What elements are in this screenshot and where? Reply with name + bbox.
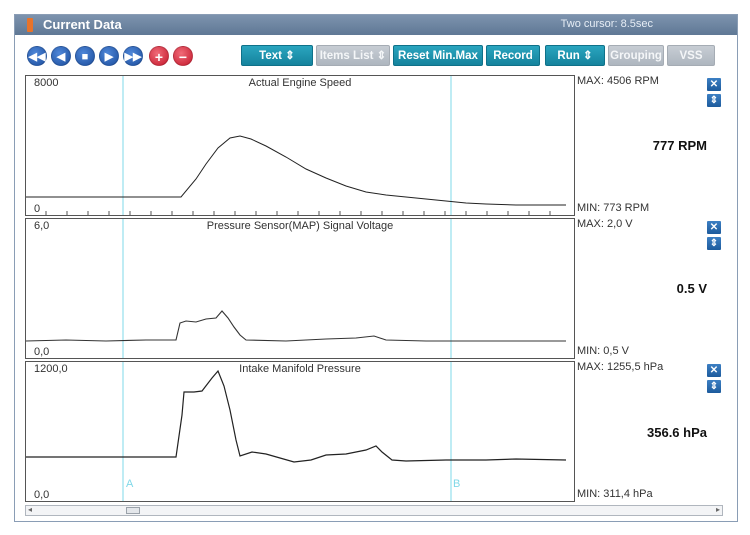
items-list-label: Items List xyxy=(319,50,374,62)
close-graph-icon[interactable]: ✕ xyxy=(707,78,721,91)
map-voltage-graph: 6,0 0,0 Pressure Sensor(MAP) Signal Volt… xyxy=(25,218,575,359)
cursor-b-label: B xyxy=(453,478,461,490)
manifold-pressure-min: MIN: 311,4 hPa xyxy=(577,488,653,500)
text-dropdown[interactable]: Text ⇕ xyxy=(241,45,313,66)
resize-graph-icon[interactable]: ⇕ xyxy=(707,380,721,393)
engine-speed-plot xyxy=(26,76,566,215)
map-voltage-min: MIN: 0,5 V xyxy=(577,345,629,357)
vss-button[interactable]: VSS xyxy=(667,45,715,66)
y-min-label: 0,0 xyxy=(34,346,50,358)
resize-graph-icon[interactable]: ⇕ xyxy=(707,237,721,250)
engine-speed-trace xyxy=(26,135,566,206)
horizontal-scrollbar[interactable]: ◂ ▸ xyxy=(25,505,723,516)
remove-item-button[interactable]: − xyxy=(173,46,193,66)
spin-icon: ⇕ xyxy=(582,50,593,62)
items-list-dropdown[interactable]: Items List ⇕ xyxy=(316,45,390,66)
map-voltage-trace xyxy=(26,310,566,342)
engine-speed-max: MAX: 4506 RPM xyxy=(577,75,659,87)
title-bar: Current Data Two cursor: 8.5sec xyxy=(15,15,737,35)
engine-speed-graph: 8000 0 Actual Engine Speed xyxy=(25,75,575,216)
map-voltage-current: 0.5 V xyxy=(676,281,707,296)
run-label: Run xyxy=(557,50,580,62)
engine-speed-current: 777 RPM xyxy=(652,138,707,153)
spin-icon: ⇕ xyxy=(376,50,387,62)
current-data-window: Current Data Two cursor: 8.5sec ◀◀ ◀ ■ ▶… xyxy=(14,14,738,522)
map-voltage-max: MAX: 2,0 V xyxy=(577,218,633,230)
reset-min-max-button[interactable]: Reset Min.Max xyxy=(393,45,483,66)
stop-button[interactable]: ■ xyxy=(75,46,95,66)
play-button[interactable]: ▶ xyxy=(99,46,119,66)
add-item-button[interactable]: + xyxy=(149,46,169,66)
y-min-label: 0 xyxy=(34,203,41,215)
spin-icon: ⇕ xyxy=(285,50,295,62)
run-dropdown[interactable]: Run ⇕ xyxy=(545,45,605,66)
engine-speed-min: MIN: 773 RPM xyxy=(577,202,650,214)
fast-forward-button[interactable]: ▶▶ xyxy=(123,46,143,66)
graph-title: Intake Manifold Pressure xyxy=(239,363,361,375)
window-title: Current Data xyxy=(43,17,122,32)
x-axis-ticks xyxy=(45,211,551,215)
graph-title: Actual Engine Speed xyxy=(248,77,352,89)
scroll-thumb[interactable] xyxy=(126,507,140,514)
rewind-button[interactable]: ◀◀ xyxy=(27,46,47,66)
cursor-a-label: A xyxy=(126,478,134,490)
toolbar: ◀◀ ◀ ■ ▶ ▶▶ + − Text ⇕ Items List ⇕ Rese… xyxy=(15,35,737,71)
manifold-pressure-plot xyxy=(26,362,567,501)
close-graph-icon[interactable]: ✕ xyxy=(707,364,721,377)
app-icon xyxy=(27,18,33,32)
text-dropdown-label: Text xyxy=(259,50,282,62)
graph-title: Pressure Sensor(MAP) Signal Voltage xyxy=(206,220,394,232)
grouping-button[interactable]: Grouping xyxy=(608,45,664,66)
y-min-label: 0,0 xyxy=(34,489,50,501)
step-back-button[interactable]: ◀ xyxy=(51,46,71,66)
manifold-pressure-current: 356.6 hPa xyxy=(647,425,707,440)
manifold-pressure-max: MAX: 1255,5 hPa xyxy=(577,361,664,373)
scroll-right-icon[interactable]: ▸ xyxy=(716,505,720,514)
map-voltage-plot xyxy=(26,219,566,358)
manifold-pressure-graph: 1200,0 0,0 Intake Manifold Pressure A B xyxy=(25,361,575,502)
close-graph-icon[interactable]: ✕ xyxy=(707,221,721,234)
manifold-pressure-trace xyxy=(26,369,567,463)
cursor-info: Two cursor: 8.5sec xyxy=(560,18,653,30)
record-button[interactable]: Record xyxy=(486,45,540,66)
resize-graph-icon[interactable]: ⇕ xyxy=(707,94,721,107)
scroll-left-icon[interactable]: ◂ xyxy=(28,505,32,514)
